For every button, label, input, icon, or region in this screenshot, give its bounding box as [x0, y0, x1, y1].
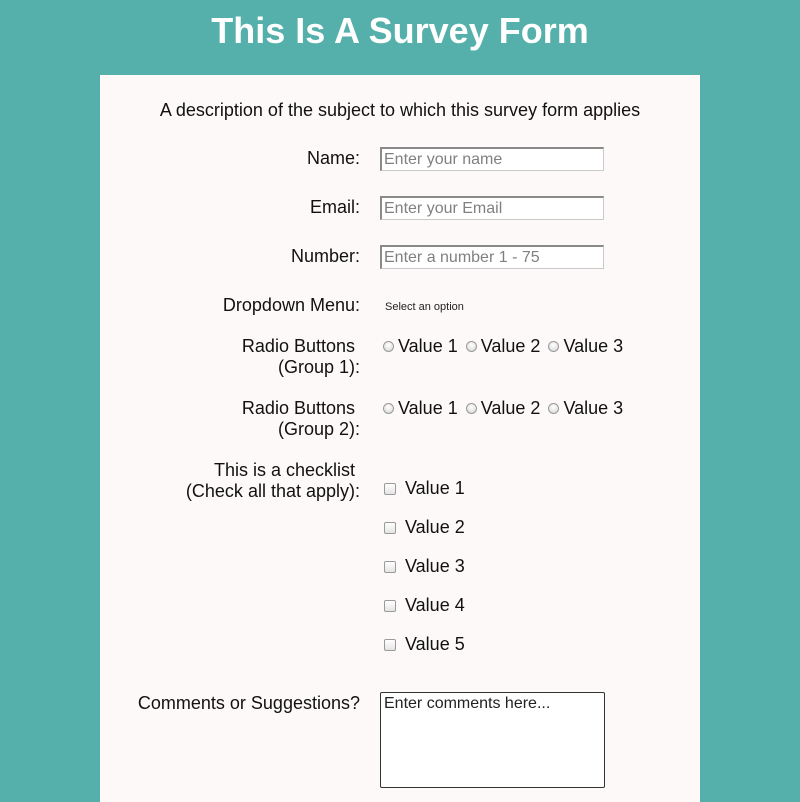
dropdown-select[interactable]: Select an option	[385, 300, 464, 314]
radio-group-1-label: Radio Buttons (Group 1):	[241, 336, 360, 378]
checklist-option-label: Value 1	[405, 478, 465, 498]
checkbox[interactable]	[384, 599, 396, 612]
number-label: Number:	[290, 246, 360, 266]
radio-group-2-option-3[interactable]: Value 3	[548, 398, 623, 419]
radio-group-1-option-3[interactable]: Value 3	[548, 336, 623, 357]
page-title: This Is A Survey Form	[211, 10, 589, 51]
radio-button[interactable]	[465, 341, 477, 352]
radio-group-1-label-line1: Radio Buttons	[241, 336, 355, 356]
radio-group-2-label-line1: Radio Buttons	[241, 398, 355, 418]
survey-form: A description of the subject to which th…	[100, 75, 700, 802]
checklist-item-4[interactable]: Value 4	[384, 595, 465, 616]
checklist-option-label: Value 3	[405, 556, 465, 576]
checklist-option-label: Value 5	[405, 634, 465, 654]
radio-button[interactable]	[383, 341, 394, 352]
radio-group-1-option-2[interactable]: Value 2	[465, 336, 541, 357]
radio-group-1-option-1[interactable]: Value 1	[383, 336, 458, 357]
radio-group-2-option-2[interactable]: Value 2	[465, 398, 541, 419]
checklist-label-line1: This is a checklist	[213, 460, 355, 480]
radio-group-1: Value 1 Value 2 Value 3	[383, 336, 631, 357]
checklist-item-1[interactable]: Value 1	[384, 478, 465, 499]
comments-label: Comments or Suggestions?	[137, 693, 360, 713]
radio-option-label: Value 3	[563, 398, 624, 418]
radio-option-label: Value 2	[480, 398, 541, 418]
checklist-label-line2: (Check all that apply):	[185, 481, 360, 501]
radio-button[interactable]	[548, 403, 560, 414]
radio-option-label: Value 1	[398, 398, 458, 418]
radio-group-1-label-line2: (Group 1):	[277, 357, 360, 377]
checkbox[interactable]	[384, 560, 396, 573]
radio-button[interactable]	[548, 341, 560, 352]
checklist-item-5[interactable]: Value 5	[384, 634, 465, 655]
name-input[interactable]	[380, 147, 604, 171]
comments-textarea[interactable]	[380, 692, 605, 788]
form-description: A description of the subject to which th…	[159, 100, 641, 120]
number-input[interactable]	[380, 245, 604, 269]
radio-group-2-option-1[interactable]: Value 1	[383, 398, 458, 419]
radio-option-label: Value 2	[480, 336, 541, 356]
checklist-item-2[interactable]: Value 2	[384, 517, 465, 538]
radio-option-label: Value 1	[398, 336, 458, 356]
checklist-option-label: Value 2	[405, 517, 465, 537]
email-input[interactable]	[380, 196, 604, 220]
radio-group-2: Value 1 Value 2 Value 3	[383, 398, 631, 419]
radio-group-2-label-line2: (Group 2):	[277, 419, 360, 439]
checklist-option-label: Value 4	[405, 595, 465, 615]
radio-button[interactable]	[383, 403, 394, 414]
checkbox[interactable]	[384, 521, 396, 534]
radio-option-label: Value 3	[563, 336, 624, 356]
radio-button[interactable]	[465, 403, 477, 414]
name-label: Name:	[306, 148, 360, 168]
email-label: Email:	[309, 197, 360, 217]
checklist-label: This is a checklist (Check all that appl…	[186, 460, 360, 502]
checkbox[interactable]	[384, 482, 396, 495]
checklist-item-3[interactable]: Value 3	[384, 556, 465, 577]
checkbox[interactable]	[384, 638, 396, 651]
radio-group-2-label: Radio Buttons (Group 2):	[241, 398, 360, 440]
dropdown-label: Dropdown Menu:	[222, 295, 360, 315]
